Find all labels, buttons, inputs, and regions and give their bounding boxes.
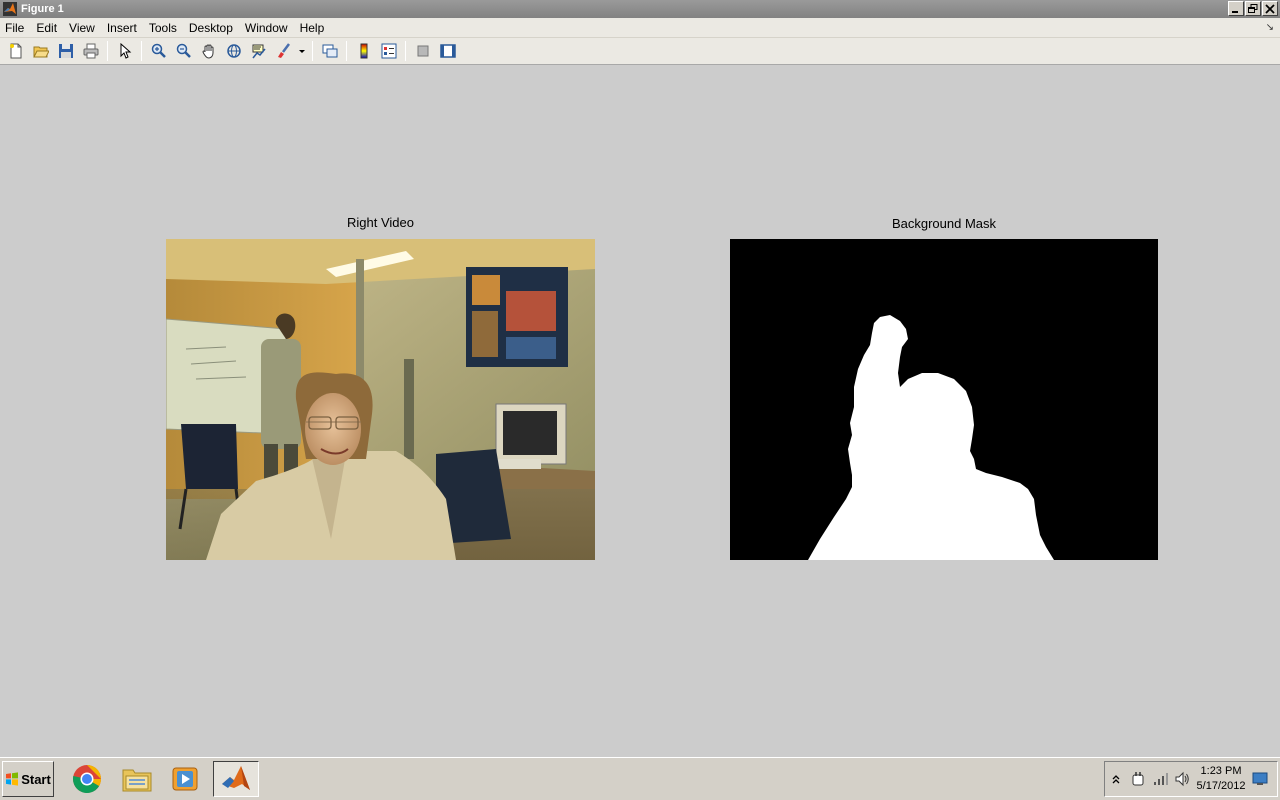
chrome-icon [72,765,101,793]
link-plot-button[interactable] [317,39,342,63]
dock-arrow-icon[interactable]: ↘ [1266,22,1274,33]
windows-taskbar: Start 1:23 PM 5/17/2012 [0,757,1280,800]
data-cursor-icon [251,44,266,59]
network-signal-icon [1154,773,1168,785]
start-label: Start [21,771,51,787]
zoom-out-button[interactable] [171,39,196,63]
menu-desktop[interactable]: Desktop [183,18,239,38]
zoom-in-icon [151,43,166,58]
pan-button[interactable] [196,39,221,63]
restore-button[interactable] [1245,1,1261,16]
dropdown-arrow-icon [299,50,305,53]
tray-network[interactable] [1149,768,1171,790]
toolbar-separator [312,41,313,61]
close-button[interactable] [1262,1,1278,16]
start-button[interactable]: Start [2,761,54,797]
open-folder-icon [32,46,49,58]
tray-expand-button[interactable] [1105,768,1127,790]
rotate-3d-icon [226,44,241,58]
windows-logo-icon [6,772,19,786]
taskbar-explorer[interactable] [114,761,160,797]
brush-icon [277,43,290,58]
insert-colorbar-button[interactable] [351,39,376,63]
insert-legend-button[interactable] [376,39,401,63]
menu-file[interactable]: File [0,18,30,38]
minimize-button[interactable] [1228,1,1244,16]
new-file-icon [9,43,21,59]
right-video-image[interactable] [166,239,595,560]
folder-icon [122,769,152,792]
webcam-frame [166,239,595,560]
background-mask-image[interactable] [730,239,1158,560]
close-icon [1265,3,1275,14]
menu-tools[interactable]: Tools [143,18,183,38]
zoom-out-icon [176,43,191,58]
matlab-icon [222,766,250,790]
open-file-button[interactable] [28,39,53,63]
taskbar-chrome[interactable] [64,761,110,797]
toolbar-separator [405,41,406,61]
clock-time: 1:23 PM [1200,765,1242,777]
arrow-pointer-icon [120,43,131,59]
chevron-up-icon [1112,775,1120,784]
show-desktop-button[interactable] [1249,768,1271,790]
toolbar-separator [346,41,347,61]
restore-icon [1248,3,1258,13]
axes-title-right-video: Right Video [347,215,414,230]
minimize-icon [1232,10,1238,13]
printer-icon [83,43,98,59]
axes-title-background-mask: Background Mask [891,216,997,231]
brush-button[interactable] [271,39,296,63]
taskbar-matlab[interactable] [213,761,259,797]
taskbar-media-player[interactable] [162,761,208,797]
menu-insert[interactable]: Insert [101,18,143,38]
show-plot-tools-icon [439,44,456,58]
colorbar-icon [360,43,367,59]
system-tray: 1:23 PM 5/17/2012 [1104,761,1278,797]
menu-view[interactable]: View [63,18,101,38]
hide-plot-tools-button[interactable] [410,39,435,63]
tray-volume[interactable] [1171,768,1193,790]
matlab-icon [3,2,17,16]
save-button[interactable] [53,39,78,63]
legend-icon [381,43,396,59]
brush-dropdown-button[interactable] [296,39,308,63]
window-title: Figure 1 [21,3,64,15]
toolbar-separator [107,41,108,61]
print-button[interactable] [78,39,103,63]
save-disk-icon [58,44,73,58]
tray-clock[interactable]: 1:23 PM 5/17/2012 [1193,764,1249,794]
volume-speaker-icon [1175,771,1189,787]
tray-power[interactable] [1127,768,1149,790]
show-plot-tools-button[interactable] [435,39,460,63]
hide-plot-tools-icon [417,45,428,57]
edit-plot-button[interactable] [112,39,137,63]
figure-toolbar [0,38,1280,65]
clock-date: 5/17/2012 [1196,780,1246,792]
window-titlebar[interactable]: Figure 1 [0,0,1280,18]
menu-bar: File Edit View Insert Tools Desktop Wind… [0,18,1280,38]
link-plot-icon [322,44,337,58]
pan-hand-icon [201,44,213,59]
rotate-3d-button[interactable] [221,39,246,63]
menu-edit[interactable]: Edit [30,18,63,38]
data-cursor-button[interactable] [246,39,271,63]
zoom-in-button[interactable] [146,39,171,63]
show-desktop-icon [1252,772,1268,785]
media-player-icon [172,767,198,791]
menu-help[interactable]: Help [294,18,331,38]
menu-window[interactable]: Window [239,18,294,38]
power-plug-icon [1132,772,1144,786]
toolbar-separator [141,41,142,61]
new-figure-button[interactable] [3,39,28,63]
binary-mask [808,315,1054,560]
